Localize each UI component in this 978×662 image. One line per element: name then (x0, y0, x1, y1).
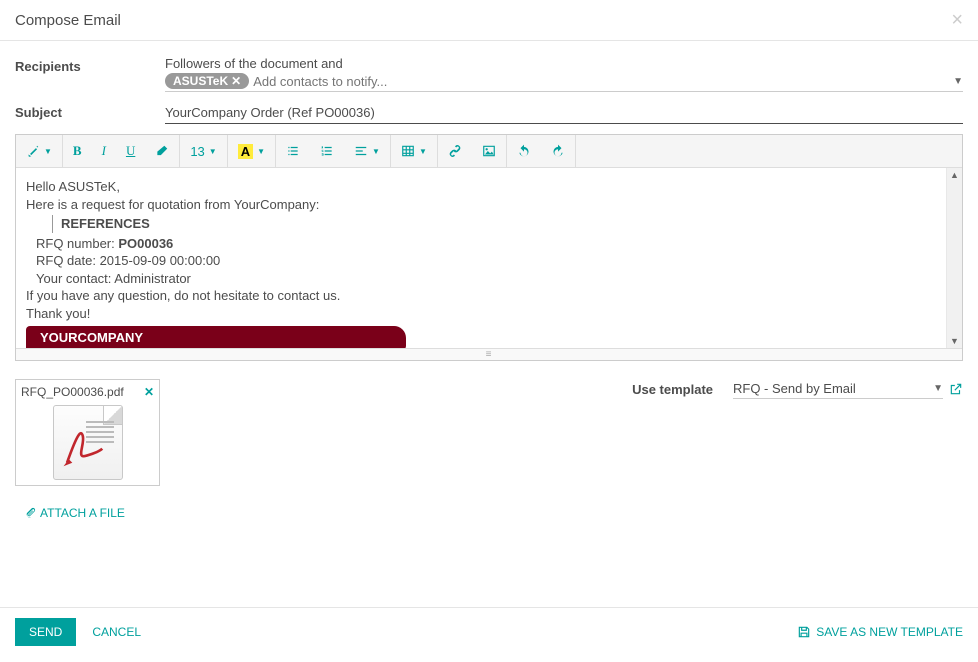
bold-button[interactable]: B (63, 135, 92, 167)
attach-file-label: ATTACH A FILE (40, 506, 125, 520)
save-as-template-button[interactable]: SAVE AS NEW TEMPLATE (797, 625, 963, 639)
font-size-dropdown[interactable]: 13 ▼ (180, 135, 226, 167)
ol-icon (320, 144, 334, 158)
scroll-down-icon[interactable]: ▼ (947, 334, 962, 348)
image-button[interactable] (472, 135, 506, 167)
pdf-file-icon (53, 405, 123, 480)
attach-file-button[interactable]: ATTACH A FILE (25, 506, 125, 520)
editor-toolbar: ▼ B I U 13 ▼ (16, 135, 962, 168)
attachment-area: RFQ_PO00036.pdf ✕ ATTACH A FILE (15, 379, 160, 522)
remove-attachment-icon[interactable]: ✕ (144, 385, 154, 399)
use-template-label: Use template (632, 382, 713, 397)
editor-scrollbar[interactable]: ▲ ▼ (946, 168, 962, 348)
recipient-tag-label: ASUSTeK (173, 74, 228, 88)
editor-area: Hello ASUSTeK, Here is a request for quo… (16, 168, 962, 348)
close-icon[interactable]: × (951, 10, 963, 30)
editor: ▼ B I U 13 ▼ (15, 134, 963, 361)
modal-body: Recipients Followers of the document and… (0, 41, 978, 537)
cancel-button[interactable]: CANCEL (92, 625, 141, 639)
font-color-dropdown[interactable]: A ▼ (228, 135, 275, 167)
subject-label: Subject (15, 102, 165, 120)
style-dropdown[interactable]: ▼ (16, 135, 62, 167)
bottom-section: RFQ_PO00036.pdf ✕ ATTACH A FILE (15, 379, 963, 522)
recipients-field: Followers of the document and ASUSTeK ✕ … (165, 56, 963, 92)
align-dropdown[interactable]: ▼ (344, 135, 390, 167)
modal-footer: SEND CANCEL SAVE AS NEW TEMPLATE (0, 607, 978, 656)
remove-tag-icon[interactable]: ✕ (231, 74, 241, 88)
underline-button[interactable]: U (116, 135, 145, 167)
attachment-filename: RFQ_PO00036.pdf (21, 385, 124, 399)
template-dropdown-icon: ▼ (933, 383, 943, 394)
recipients-input-line[interactable]: ASUSTeK ✕ ▼ (165, 73, 963, 92)
undo-button[interactable] (507, 135, 541, 167)
save-icon (797, 625, 811, 639)
image-icon (482, 144, 496, 158)
editor-resize-handle[interactable]: ≡ (16, 348, 962, 360)
rfq-date-line: RFQ date: 2015-09-09 00:00:00 (26, 252, 952, 270)
font-color-icon: A (238, 144, 253, 159)
subject-field (165, 102, 963, 124)
table-dropdown[interactable]: ▼ (391, 135, 437, 167)
link-icon (448, 144, 462, 158)
template-selected: RFQ - Send by Email (733, 381, 856, 396)
subject-input[interactable] (165, 102, 963, 124)
recipients-row: Recipients Followers of the document and… (15, 56, 963, 92)
eraser-icon (155, 144, 169, 158)
paperclip-icon (25, 507, 37, 519)
redo-button[interactable] (541, 135, 575, 167)
rfq-number-line: RFQ number: PO00036 (26, 235, 952, 253)
table-icon (401, 144, 415, 158)
contact-line: Your contact: Administrator (26, 270, 952, 288)
compose-email-modal: Compose Email × Recipients Followers of … (0, 0, 978, 656)
ul-icon (286, 144, 300, 158)
magic-wand-icon (26, 144, 40, 158)
email-body-editor[interactable]: Hello ASUSTeK, Here is a request for quo… (16, 168, 962, 348)
template-dropdown[interactable]: RFQ - Send by Email ▼ (733, 379, 943, 399)
attachment-name-row: RFQ_PO00036.pdf ✕ (21, 385, 154, 399)
pdf-swoosh-icon (60, 424, 104, 468)
send-button[interactable]: SEND (15, 618, 76, 646)
subject-row: Subject (15, 102, 963, 124)
add-contacts-input[interactable] (253, 74, 947, 89)
body-intro: Here is a request for quotation from You… (26, 196, 952, 214)
body-greeting: Hello ASUSTeK, (26, 178, 952, 196)
open-template-external-icon[interactable] (949, 382, 963, 396)
save-template-label: SAVE AS NEW TEMPLATE (816, 625, 963, 639)
external-link-icon (949, 382, 963, 396)
attachment-card[interactable]: RFQ_PO00036.pdf ✕ (15, 379, 160, 486)
footer-left: SEND CANCEL (15, 618, 141, 646)
ordered-list-button[interactable] (310, 135, 344, 167)
redo-icon (551, 144, 565, 158)
scroll-up-icon[interactable]: ▲ (947, 168, 962, 182)
link-button[interactable] (438, 135, 472, 167)
modal-header: Compose Email × (0, 0, 978, 41)
remove-format-button[interactable] (145, 135, 179, 167)
followers-text: Followers of the document and (165, 56, 963, 71)
question-line: If you have any question, do not hesitat… (26, 287, 952, 305)
modal-title: Compose Email (15, 12, 121, 29)
thank-you-line: Thank you! (26, 305, 952, 323)
align-icon (354, 144, 368, 158)
italic-button[interactable]: I (92, 135, 116, 167)
company-banner: YOURCOMPANY (26, 326, 406, 348)
recipients-label: Recipients (15, 56, 165, 74)
recipient-tag: ASUSTeK ✕ (165, 73, 249, 89)
references-header: REFERENCES (52, 215, 952, 233)
unordered-list-button[interactable] (276, 135, 310, 167)
recipients-dropdown-icon[interactable]: ▼ (953, 76, 963, 87)
font-size-value: 13 (190, 144, 204, 159)
template-section: Use template RFQ - Send by Email ▼ (632, 379, 963, 399)
undo-icon (517, 144, 531, 158)
